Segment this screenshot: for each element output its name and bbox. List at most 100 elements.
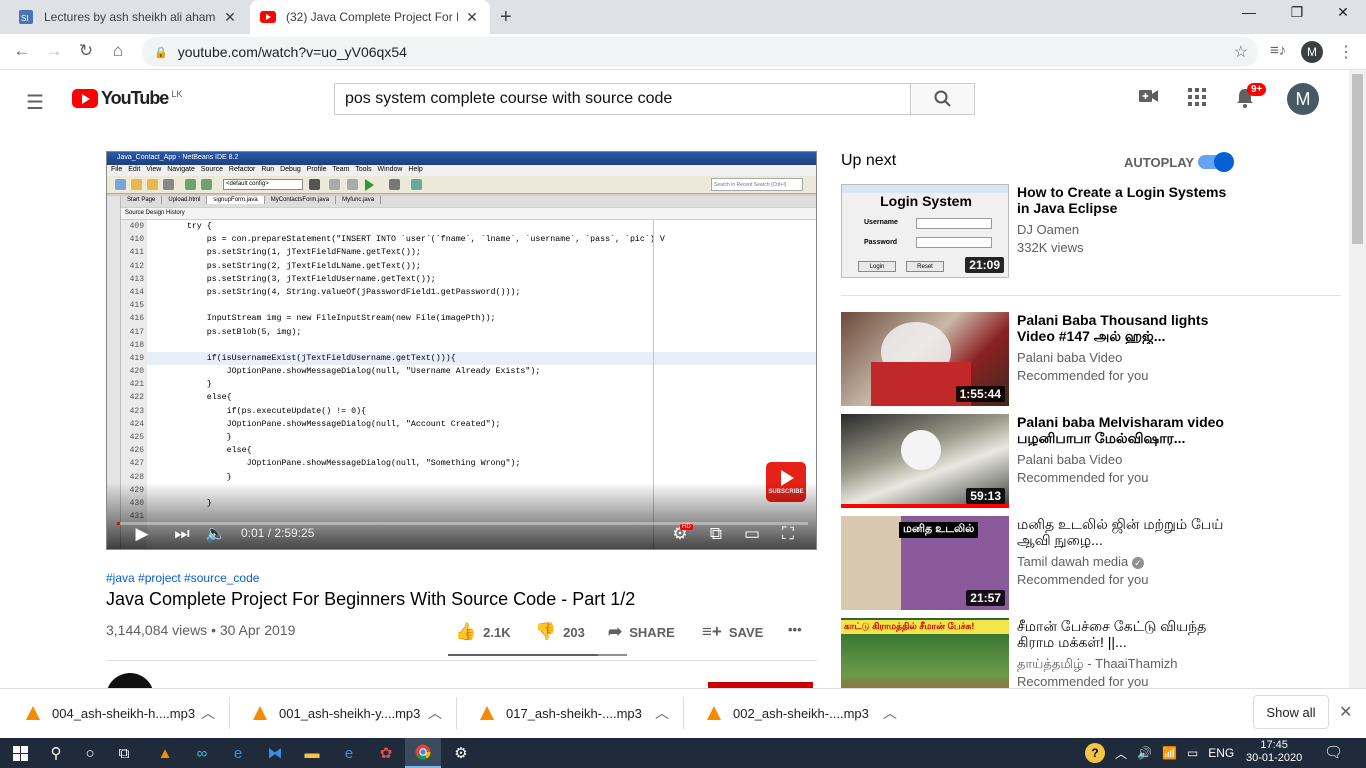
ide-profile-icon bbox=[411, 179, 422, 190]
download-filename: 001_ash-sheikh-y....mp3 bbox=[279, 705, 421, 721]
chevron-up-icon[interactable]: ︿ bbox=[1115, 745, 1127, 762]
minimize-icon[interactable]: — bbox=[1226, 4, 1272, 20]
video-title[interactable]: மனித உடலில் ஜின் மற்றும் பேய் ஆவி நுழை..… bbox=[1017, 516, 1227, 548]
chrome-icon[interactable] bbox=[405, 738, 441, 768]
scrollbar-thumb[interactable] bbox=[1352, 74, 1363, 244]
page-scrollbar[interactable] bbox=[1349, 70, 1366, 688]
channel-name[interactable]: Palani baba Video bbox=[1017, 350, 1122, 365]
theater-mode-icon[interactable]: ▭ bbox=[739, 524, 765, 544]
ide-code-line: InputStream img = new FileInputStream(ne… bbox=[147, 314, 496, 324]
video-player[interactable]: Java_Contact_App - NetBeans IDE 8.2 File… bbox=[106, 151, 817, 550]
video-thumbnail[interactable]: 59:13 bbox=[841, 414, 1009, 508]
volume-icon[interactable]: 🔈 bbox=[203, 524, 229, 544]
app-icon[interactable]: ✿ bbox=[368, 738, 404, 768]
youtube-logo[interactable]: YouTube LK bbox=[72, 88, 182, 109]
video-title[interactable]: Palani Baba Thousand lights Video #147 அ… bbox=[1017, 312, 1227, 344]
tab-close-icon[interactable]: ✕ bbox=[222, 9, 238, 26]
tab-close-icon[interactable]: ✕ bbox=[464, 9, 480, 26]
ide-code-line: ps.setBlob(5, img); bbox=[147, 327, 302, 337]
apps-grid-icon[interactable] bbox=[1185, 88, 1209, 112]
browser-profile-avatar[interactable]: M bbox=[1301, 41, 1323, 63]
browser-tab-youtube[interactable]: (32) Java Complete Project For Be ✕ bbox=[250, 0, 490, 34]
home-icon[interactable]: ⌂ bbox=[106, 41, 130, 61]
miniplayer-icon[interactable]: ⧉ bbox=[703, 524, 729, 544]
thumb-text: Login System bbox=[880, 193, 972, 209]
channel-name[interactable]: Palani baba Video bbox=[1017, 452, 1122, 467]
vlc-icon[interactable]: ▲ bbox=[147, 738, 183, 768]
channel-name[interactable]: தாய்த்தமிழ் - ThaaiThamizh bbox=[1017, 656, 1178, 673]
battery-icon[interactable]: ▭ bbox=[1187, 746, 1198, 760]
share-button[interactable]: ➦ SHARE bbox=[608, 622, 675, 642]
chevron-up-icon[interactable]: ︿ bbox=[655, 703, 669, 723]
forward-icon[interactable]: → bbox=[42, 41, 66, 61]
fullscreen-icon[interactable]: ⛶ bbox=[775, 524, 801, 544]
video-thumbnail[interactable]: மனித உடலில் 21:57 bbox=[841, 516, 1009, 610]
video-thumbnail[interactable]: 1:55:44 bbox=[841, 312, 1009, 406]
show-all-downloads-button[interactable]: Show all bbox=[1253, 695, 1329, 729]
ide-tab: Start Page bbox=[121, 196, 163, 204]
help-icon[interactable]: ? bbox=[1085, 743, 1105, 763]
video-title[interactable]: How to Create a Login Systems in Java Ec… bbox=[1017, 184, 1227, 216]
ide-line-number: 423 bbox=[129, 406, 144, 416]
channel-name[interactable]: DJ Oamen bbox=[1017, 222, 1079, 237]
volume-icon[interactable]: 🔊 bbox=[1137, 746, 1152, 760]
address-bar[interactable]: 🔒 youtube.com/watch?v=uo_yV06qx54 ☆ bbox=[142, 37, 1258, 67]
media-control-icon[interactable]: ≡♪ bbox=[1270, 42, 1286, 59]
maximize-icon[interactable]: ❐ bbox=[1274, 4, 1320, 21]
create-video-icon[interactable] bbox=[1137, 88, 1161, 112]
file-explorer-icon[interactable]: ▬ bbox=[294, 738, 330, 768]
language-indicator[interactable]: ENG bbox=[1208, 746, 1234, 760]
close-window-icon[interactable]: ✕ bbox=[1320, 4, 1366, 21]
edge-icon[interactable]: e bbox=[331, 738, 367, 768]
reload-icon[interactable]: ↻ bbox=[74, 41, 98, 61]
action-center-icon[interactable]: 🗨 bbox=[1324, 743, 1343, 761]
taskbar-clock[interactable]: 17:45 30-01-2020 bbox=[1246, 739, 1302, 765]
save-button[interactable]: ≡+ SAVE bbox=[702, 622, 763, 642]
chevron-up-icon[interactable]: ︿ bbox=[201, 703, 215, 723]
search-input[interactable]: pos system complete course with source c… bbox=[334, 83, 911, 115]
ide-code-line: ps = con.prepareStatement("INSERT INTO `… bbox=[147, 235, 665, 245]
lock-icon: 🔒 bbox=[154, 46, 168, 59]
internet-explorer-icon[interactable]: e bbox=[220, 738, 256, 768]
youtube-account-avatar[interactable]: M bbox=[1287, 83, 1319, 115]
play-icon[interactable]: ▶ bbox=[129, 524, 155, 544]
chevron-up-icon[interactable]: ︿ bbox=[428, 703, 442, 723]
hamburger-menu-icon[interactable]: ☰ bbox=[26, 90, 44, 115]
download-item[interactable]: 017_ash-sheikh-....mp3 ︿ bbox=[458, 697, 684, 729]
new-tab-icon[interactable]: + bbox=[500, 6, 512, 29]
bookmark-star-icon[interactable]: ☆ bbox=[1234, 42, 1248, 62]
back-icon[interactable]: ← bbox=[10, 41, 34, 61]
wifi-icon[interactable]: 📶 bbox=[1162, 746, 1177, 760]
dislike-button[interactable]: 👎 203 bbox=[535, 622, 585, 642]
like-button[interactable]: 👍 2.1K bbox=[455, 622, 511, 642]
download-item[interactable]: 001_ash-sheikh-y....mp3 ︿ bbox=[231, 697, 457, 729]
recommended-video[interactable]: Login System Username Password Login Res… bbox=[841, 184, 1341, 278]
browser-tab-lectures[interactable]: SI Lectures by ash sheikh ali ahamed ✕ bbox=[8, 0, 248, 34]
video-hashtags[interactable]: #java #project #source_code bbox=[106, 571, 259, 585]
recommended-video[interactable]: 59:13 Palani baba Melvisharam video பழனி… bbox=[841, 414, 1341, 508]
cortana-icon[interactable]: ○ bbox=[72, 738, 108, 768]
download-item[interactable]: 004_ash-sheikh-h....mp3 ︿ bbox=[4, 697, 230, 729]
video-thumbnail[interactable]: Login System Username Password Login Res… bbox=[841, 184, 1009, 278]
video-title[interactable]: Palani baba Melvisharam video பழனிபாபா ம… bbox=[1017, 414, 1227, 446]
search-button[interactable] bbox=[910, 83, 975, 115]
chevron-up-icon[interactable]: ︿ bbox=[883, 703, 897, 723]
browser-menu-icon[interactable]: ⋮ bbox=[1338, 42, 1354, 62]
autoplay-toggle[interactable] bbox=[1198, 152, 1234, 172]
video-title[interactable]: சீமான் பேச்சை கேட்டு வியந்த கிராம மக்கள்… bbox=[1017, 618, 1227, 650]
recommended-video[interactable]: காட்டு கிராமத்தில் சீமான் பேச்சு! சீமான்… bbox=[841, 618, 1341, 688]
vscode-icon[interactable]: ⧓ bbox=[257, 738, 293, 768]
recommended-video[interactable]: 1:55:44 Palani Baba Thousand lights Vide… bbox=[841, 312, 1341, 406]
channel-name[interactable]: Tamil dawah media ✓ bbox=[1017, 554, 1144, 569]
search-icon[interactable]: ⚲ bbox=[38, 738, 74, 768]
more-actions-icon[interactable]: ••• bbox=[788, 622, 802, 637]
close-downloads-icon[interactable]: ✕ bbox=[1339, 702, 1352, 722]
download-item[interactable]: 002_ash-sheikh-....mp3 ︿ bbox=[685, 697, 911, 729]
recommended-video[interactable]: மனித உடலில் 21:57 மனித உடலில் ஜின் மற்று… bbox=[841, 516, 1341, 610]
next-video-icon[interactable]: ⏭ bbox=[169, 524, 195, 544]
settings-gear-icon[interactable]: ⚙ bbox=[443, 738, 479, 768]
arduino-icon[interactable]: ∞ bbox=[184, 738, 220, 768]
windows-start-icon[interactable] bbox=[2, 738, 38, 768]
task-view-icon[interactable]: ⧉ bbox=[106, 738, 142, 768]
video-thumbnail[interactable]: காட்டு கிராமத்தில் சீமான் பேச்சு! bbox=[841, 618, 1009, 688]
